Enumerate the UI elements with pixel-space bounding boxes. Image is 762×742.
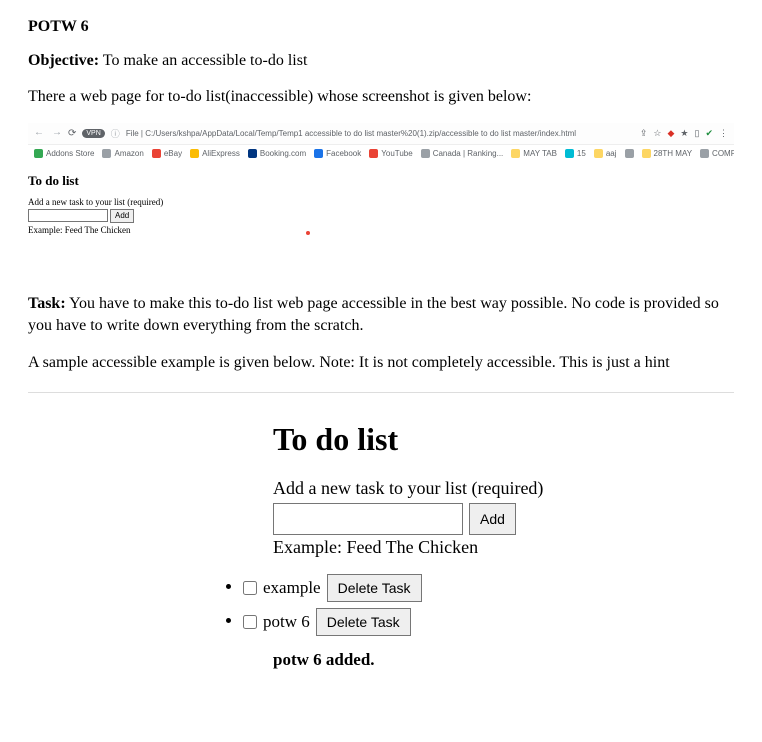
- objective-line: Objective: To make an accessible to-do l…: [28, 50, 734, 72]
- task-checkbox[interactable]: [243, 581, 257, 595]
- delete-task-button[interactable]: Delete Task: [327, 574, 422, 602]
- mock-page-title: To do list: [28, 173, 734, 189]
- bookmark-icon: [511, 149, 520, 158]
- sample-title: To do list: [273, 421, 734, 458]
- window-icon: ▯: [695, 128, 700, 139]
- inaccessible-page-content: To do list Add a new task to your list (…: [28, 163, 734, 243]
- bookmark-label: Canada | Ranking...: [433, 149, 504, 158]
- task-checkbox[interactable]: [243, 615, 257, 629]
- sample-status-text: potw 6 added.: [273, 650, 734, 670]
- task-text: You have to make this to-do list web pag…: [28, 295, 719, 334]
- task-text: potw 6: [263, 612, 310, 632]
- browser-address-bar: ← → ⟳ VPN ⓘ File | C:/Users/kshpa/AppDat…: [28, 123, 734, 145]
- bookmark-item: MAY TAB: [511, 149, 557, 158]
- bookmark-item: 28TH MAY: [642, 149, 693, 158]
- mock-example-text: Example: Feed The Chicken: [28, 225, 734, 235]
- bookmark-icon: [152, 149, 161, 158]
- bookmark-icon: [248, 149, 257, 158]
- cursor-dot-icon: [306, 231, 310, 235]
- bookmark-item: COMPUTER SCIENC...: [700, 149, 734, 158]
- divider: [28, 392, 734, 393]
- sample-example-text: Example: Feed The Chicken: [273, 537, 734, 558]
- bookmark-label: COMPUTER SCIENC...: [712, 149, 734, 158]
- sample-accessible-example: To do list Add a new task to your list (…: [273, 421, 734, 670]
- reload-icon: ⟳: [68, 128, 76, 139]
- page-title: POTW 6: [28, 18, 734, 36]
- bookmark-icon: [642, 149, 651, 158]
- bookmark-item: Canada | Ranking...: [421, 149, 504, 158]
- shield-icon: ◆: [668, 128, 675, 139]
- bookmark-icon: [700, 149, 709, 158]
- bookmark-item: AliExpress: [190, 149, 240, 158]
- extensions-icon: ★: [680, 128, 688, 139]
- bookmark-icon: [314, 149, 323, 158]
- bookmark-icon: [625, 149, 634, 158]
- bookmark-item: Booking.com: [248, 149, 306, 158]
- sample-add-button[interactable]: Add: [469, 503, 516, 535]
- bookmark-icon: [565, 149, 574, 158]
- task-line: Task: You have to make this to-do list w…: [28, 293, 734, 338]
- list-item: potw 6 Delete Task: [243, 608, 734, 636]
- bookmark-label: YouTube: [381, 149, 412, 158]
- bookmark-item: aaj: [594, 149, 617, 158]
- bookmark-label: Addons Store: [46, 149, 94, 158]
- browser-screenshot: ← → ⟳ VPN ⓘ File | C:/Users/kshpa/AppDat…: [28, 123, 734, 243]
- vpn-badge: VPN: [82, 129, 104, 138]
- bookmark-label: Booking.com: [260, 149, 306, 158]
- back-icon: ←: [34, 128, 44, 138]
- bookmark-item: YouTube: [369, 149, 412, 158]
- url-text: File | C:/Users/kshpa/AppData/Local/Temp…: [126, 129, 634, 138]
- sample-task-list: example Delete Task potw 6 Delete Task: [243, 574, 734, 636]
- bookmark-label: 15: [577, 149, 586, 158]
- mock-add-button: Add: [110, 209, 134, 223]
- bookmark-label: Facebook: [326, 149, 361, 158]
- share-icon: ⇪: [640, 128, 648, 139]
- bookmark-label: eBay: [164, 149, 182, 158]
- intro-text: There a web page for to-do list(inaccess…: [28, 86, 734, 108]
- sample-input-label: Add a new task to your list (required): [273, 478, 734, 499]
- bookmark-label: aaj: [606, 149, 617, 158]
- objective-text: To make an accessible to-do list: [99, 52, 307, 69]
- bookmark-label: Amazon: [114, 149, 143, 158]
- address-bar-icons: ⇪ ☆ ◆ ★ ▯ ✔ ⋮: [640, 128, 728, 139]
- bookmark-item: 15: [565, 149, 586, 158]
- delete-task-button[interactable]: Delete Task: [316, 608, 411, 636]
- list-item: example Delete Task: [243, 574, 734, 602]
- sample-task-input[interactable]: [273, 503, 463, 535]
- bookmark-icon: [102, 149, 111, 158]
- objective-label: Objective:: [28, 52, 99, 69]
- bookmark-icon: [594, 149, 603, 158]
- star-icon: ☆: [653, 128, 661, 139]
- bookmark-icon: [34, 149, 43, 158]
- bookmark-label: 28TH MAY: [654, 149, 693, 158]
- sample-intro: A sample accessible example is given bel…: [28, 352, 734, 374]
- bookmark-item: Amazon: [102, 149, 143, 158]
- bookmarks-bar: Addons Store Amazon eBay AliExpress Booking.…: [28, 145, 734, 163]
- bookmark-item: [625, 149, 634, 158]
- check-icon: ✔: [705, 128, 713, 139]
- menu-icon: ⋮: [719, 128, 728, 139]
- bookmark-icon: [421, 149, 430, 158]
- bookmark-label: AliExpress: [202, 149, 240, 158]
- mock-task-input: [28, 209, 108, 222]
- task-label: Task:: [28, 295, 66, 312]
- bookmark-item: Facebook: [314, 149, 361, 158]
- bookmark-label: MAY TAB: [523, 149, 557, 158]
- bookmark-icon: [369, 149, 378, 158]
- bookmark-item: eBay: [152, 149, 182, 158]
- task-text: example: [263, 578, 321, 598]
- info-icon: ⓘ: [111, 127, 120, 140]
- bookmark-item: Addons Store: [34, 149, 94, 158]
- forward-icon: →: [52, 128, 62, 138]
- mock-input-label: Add a new task to your list (required): [28, 197, 734, 207]
- bookmark-icon: [190, 149, 199, 158]
- nav-arrows: ← →: [34, 128, 62, 138]
